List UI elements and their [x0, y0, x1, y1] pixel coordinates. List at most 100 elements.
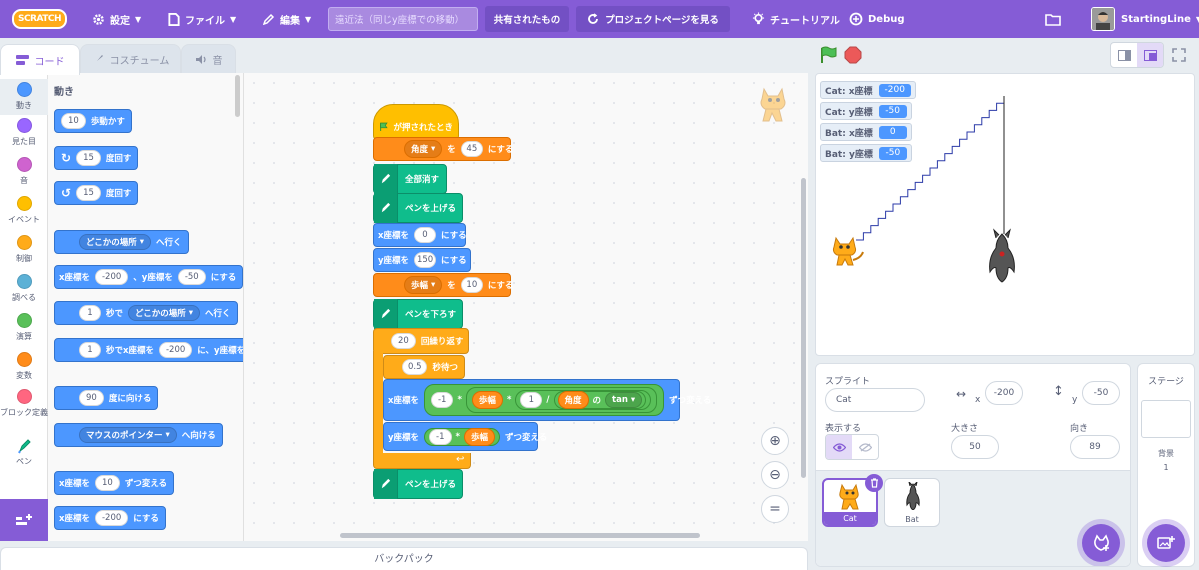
stage-selector[interactable]: ステージ 背景 1 — [1137, 363, 1195, 567]
math-function-operator[interactable]: 角度 の tan ▾ — [553, 391, 647, 409]
value-input[interactable]: -1 — [430, 392, 454, 408]
set-step-block[interactable]: 歩幅 ▾ を 10 にする — [373, 273, 513, 297]
value-input[interactable]: 10 — [94, 475, 120, 491]
multiply-operator[interactable]: -1 * 歩幅 * 1 / 角度 の tan ▾ — [423, 384, 665, 416]
tutorial-button[interactable]: チュートリアル — [752, 0, 840, 38]
value-input[interactable]: -200 — [94, 510, 129, 526]
project-page-button[interactable]: プロジェクトページを見る — [576, 6, 730, 32]
value-input[interactable]: 0.5 — [402, 359, 428, 375]
palette-goto-block[interactable]: どこかの場所 ▾ へ行く — [54, 230, 189, 254]
palette-setx-block[interactable]: x座標を -200 にする — [54, 506, 166, 530]
category-operators[interactable]: 演算 — [0, 313, 48, 342]
x-input[interactable]: -200 — [158, 342, 193, 358]
my-stuff-button[interactable] — [1045, 0, 1061, 38]
avatar[interactable] — [1091, 7, 1115, 31]
fullscreen-button[interactable] — [1172, 48, 1186, 62]
variable-dropdown[interactable]: 歩幅 ▾ — [404, 276, 443, 294]
wait-block[interactable]: 0.5 秒待つ — [383, 355, 465, 379]
value-input[interactable]: 45 — [460, 141, 483, 157]
value-input[interactable]: 1 — [520, 392, 543, 408]
large-stage-button[interactable] — [1137, 43, 1163, 67]
category-sensing[interactable]: 調べる — [0, 274, 48, 303]
change-x-block[interactable]: x座標を -1 * 歩幅 * 1 / 角度 の tan ▾ ずつ変える — [383, 379, 711, 421]
palette-point-towards-block[interactable]: マウスのポインター ▾ へ向ける — [54, 423, 223, 447]
category-sound[interactable]: 音 — [0, 157, 48, 186]
change-y-block[interactable]: y座標を -1 * 歩幅 ずつ変える — [383, 422, 547, 451]
show-sprite-button[interactable] — [826, 435, 852, 459]
stop-button[interactable] — [844, 46, 862, 64]
backpack[interactable]: バックパック — [0, 547, 808, 570]
pen-down-block[interactable]: ペンを下ろす — [373, 299, 463, 329]
palette-glidexy-block[interactable]: 1 秒でx座標を -200 に、y座標を — [54, 338, 243, 362]
pen-clear-block[interactable]: 全部消す — [373, 164, 447, 194]
pen-up-block[interactable]: ペンを上げる — [373, 193, 463, 223]
set-angle-block[interactable]: 角度 ▾ を 45 にする — [373, 137, 513, 161]
value-input[interactable]: 15 — [76, 185, 101, 201]
stage[interactable]: Cat: x座標 -200 Cat: y座標 -50 Bat: x座標 0 Bat: … — [815, 73, 1195, 356]
tab-code[interactable]: コード — [0, 44, 80, 75]
hide-sprite-button[interactable] — [852, 435, 878, 459]
palette-scrollbar[interactable] — [235, 75, 240, 117]
value-input[interactable]: 0 — [413, 227, 436, 243]
angle-variable[interactable]: 角度 — [557, 391, 589, 409]
palette-point-direction-block[interactable]: 90 度に向ける — [54, 386, 159, 410]
tab-costume[interactable]: コスチューム — [80, 44, 181, 74]
category-looks[interactable]: 見た目 — [0, 118, 48, 147]
add-sprite-button[interactable] — [1082, 524, 1120, 562]
sprite-name-input[interactable]: Cat — [825, 388, 925, 412]
divide-operator[interactable]: 1 / 角度 の tan ▾ — [515, 390, 652, 410]
x-position-input[interactable]: -200 — [985, 381, 1023, 405]
pen-up-block-2[interactable]: ペンを上げる — [373, 469, 463, 499]
category-variables[interactable]: 変数 — [0, 352, 48, 381]
scratch-logo[interactable]: SCRATCH — [12, 9, 67, 29]
step-variable[interactable]: 歩幅 — [471, 391, 503, 409]
category-control[interactable]: 制御 — [0, 235, 48, 264]
project-title-input[interactable]: 遠近法（同じy座標での移動） — [328, 7, 478, 31]
green-flag-button[interactable] — [819, 46, 837, 64]
value-input[interactable]: 1 — [79, 305, 101, 321]
x-input[interactable]: -200 — [94, 269, 129, 285]
repeat-block[interactable]: 20 回繰り返す — [391, 329, 463, 353]
palette-turn-right-block[interactable]: ↻ 15 度回す — [54, 146, 139, 170]
file-menu[interactable]: ファイル ▼ — [168, 0, 236, 38]
debug-button[interactable]: Debug — [849, 0, 905, 38]
value-input[interactable]: 150 — [414, 252, 437, 268]
palette-turn-left-block[interactable]: ↺ 15 度回す — [54, 181, 139, 205]
zoom-reset-button[interactable]: = — [761, 495, 789, 523]
set-y-block[interactable]: y座標を 150 にする — [373, 248, 471, 272]
zoom-out-button[interactable]: ⊖ — [761, 461, 789, 489]
variable-dropdown[interactable]: 角度 ▾ — [404, 140, 443, 158]
value-input[interactable]: 1 — [79, 342, 101, 358]
sprite-tile-bat[interactable]: Bat — [884, 478, 940, 527]
delete-sprite-button[interactable] — [865, 474, 883, 492]
account-menu[interactable]: StartingLine ▼ — [1121, 0, 1199, 38]
edit-menu[interactable]: 編集 ▼ — [263, 0, 311, 38]
pointto-dropdown[interactable]: マウスのポインター ▾ — [79, 427, 177, 443]
palette-glide-block[interactable]: 1 秒で どこかの場所 ▾ へ行く — [54, 301, 238, 325]
workspace-horizontal-scrollbar[interactable] — [340, 533, 700, 538]
zoom-in-button[interactable]: ⊕ — [761, 427, 789, 455]
y-position-input[interactable]: -50 — [1082, 381, 1120, 405]
size-input[interactable]: 50 — [951, 435, 999, 459]
add-extension-button[interactable] — [0, 499, 48, 541]
value-input[interactable]: 20 — [391, 333, 416, 349]
add-backdrop-button[interactable] — [1147, 524, 1185, 562]
multiply-operator[interactable]: 歩幅 * 1 / 角度 の tan ▾ — [465, 387, 658, 413]
workspace-vertical-scrollbar[interactable] — [801, 178, 806, 478]
tan-dropdown[interactable]: tan ▾ — [605, 392, 643, 408]
step-variable[interactable]: 歩幅 — [463, 427, 495, 446]
glide-dropdown[interactable]: どこかの場所 ▾ — [128, 305, 201, 321]
value-input[interactable]: -1 — [429, 428, 452, 445]
category-my-blocks[interactable]: ブロック定義 — [0, 389, 48, 418]
settings-menu[interactable]: 設定 ▼ — [92, 0, 141, 38]
value-input[interactable]: 90 — [79, 390, 104, 406]
category-motion[interactable]: 動き — [0, 79, 48, 115]
value-input[interactable]: 10 — [460, 277, 483, 293]
value-input[interactable]: 15 — [76, 150, 101, 166]
goto-dropdown[interactable]: どこかの場所 ▾ — [79, 234, 152, 250]
palette-changex-block[interactable]: x座標を 10 ずつ変える — [54, 471, 175, 495]
palette-move-block[interactable]: 10 歩動かす — [54, 109, 132, 133]
script-workspace[interactable]: が押されたとき 角度 ▾ を 45 にする 全部消す ペンを上げる x座標を 0 にする y… — [244, 73, 808, 541]
tab-sound[interactable]: 音 — [181, 44, 236, 74]
when-flag-clicked-block[interactable]: が押されたとき — [373, 115, 459, 139]
